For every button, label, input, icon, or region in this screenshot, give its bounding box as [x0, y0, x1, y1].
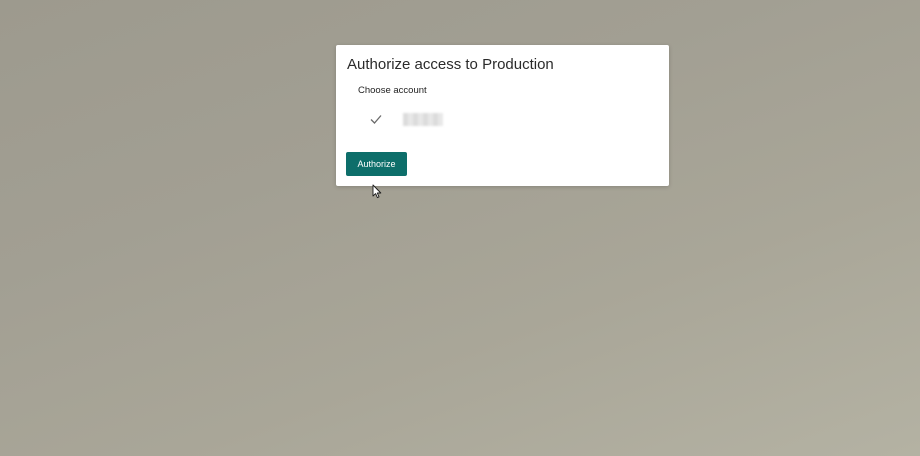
authorize-button[interactable]: Authorize: [346, 152, 407, 176]
account-option[interactable]: [358, 105, 653, 133]
mouse-cursor-icon: [372, 184, 382, 199]
check-icon: [370, 115, 382, 124]
authorize-dialog: Authorize access to Production Choose ac…: [336, 45, 669, 186]
account-name-redacted: [403, 113, 443, 126]
choose-account-label: Choose account: [358, 85, 427, 96]
dialog-title: Authorize access to Production: [347, 56, 554, 73]
